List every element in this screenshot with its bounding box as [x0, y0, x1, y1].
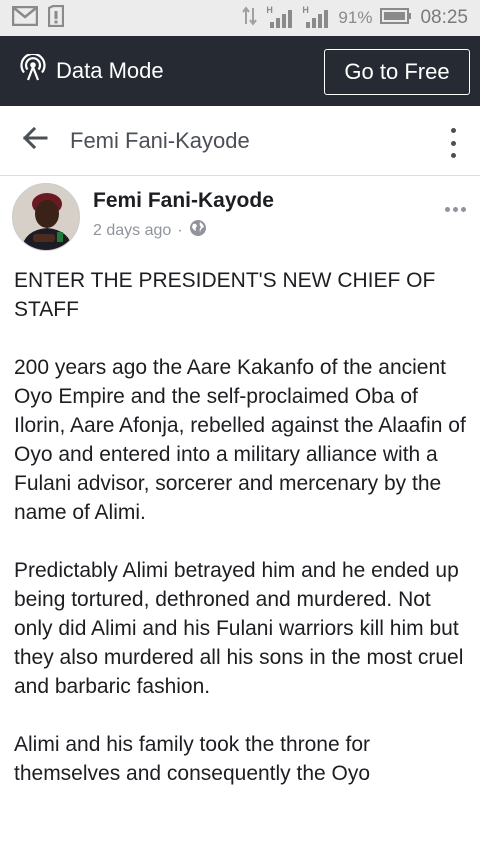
arrow-left-icon [22, 126, 48, 154]
back-button[interactable] [0, 106, 70, 176]
broadcast-icon [20, 52, 46, 88]
meta-separator: · [177, 221, 183, 239]
status-bar-left [0, 4, 65, 32]
status-bar: H H 91% 08:25 [0, 0, 480, 36]
post-header: Femi Fani-Kayode 2 days ago · [0, 177, 480, 255]
battery-percent: 91% [338, 8, 373, 27]
battery-icon [380, 7, 412, 30]
gmail-icon [11, 5, 39, 31]
post-body: ENTER THE PRESIDENT'S NEW CHIEF OF STAFF… [14, 266, 470, 817]
signal-icon: H [302, 5, 330, 29]
data-mode-indicator[interactable]: Data Mode [0, 52, 164, 88]
post-paragraph: Predictably Alimi betrayed him and he en… [14, 559, 464, 698]
post-paragraph: Alimi and his family took the throne for… [14, 733, 371, 785]
post-paragraph: ENTER THE PRESIDENT'S NEW CHIEF OF STAFF [14, 269, 436, 321]
post-options-icon[interactable] [445, 207, 466, 212]
data-mode-label: Data Mode [56, 58, 164, 83]
post-time[interactable]: 2 days ago [93, 222, 171, 240]
data-mode-bar: Data Mode Go to Free [0, 36, 480, 106]
page-title: Femi Fani-Kayode [70, 127, 250, 153]
avatar[interactable] [12, 183, 80, 251]
sim-icon [47, 4, 65, 32]
data-arrows-icon [242, 5, 258, 31]
status-bar-right: H H 91% 08:25 [242, 5, 480, 31]
globe-icon [189, 219, 207, 242]
go-to-free-button[interactable]: Go to Free [324, 49, 470, 95]
post-author[interactable]: Femi Fani-Kayode [93, 189, 274, 213]
post-paragraph: 200 years ago the Aare Kakanfo of the an… [14, 356, 466, 524]
clock: 08:25 [420, 7, 468, 28]
kebab-menu-icon[interactable] [448, 128, 458, 158]
page-header: Femi Fani-Kayode [0, 106, 480, 176]
post-meta: 2 days ago · [93, 219, 207, 242]
signal-icon: H [266, 5, 294, 29]
